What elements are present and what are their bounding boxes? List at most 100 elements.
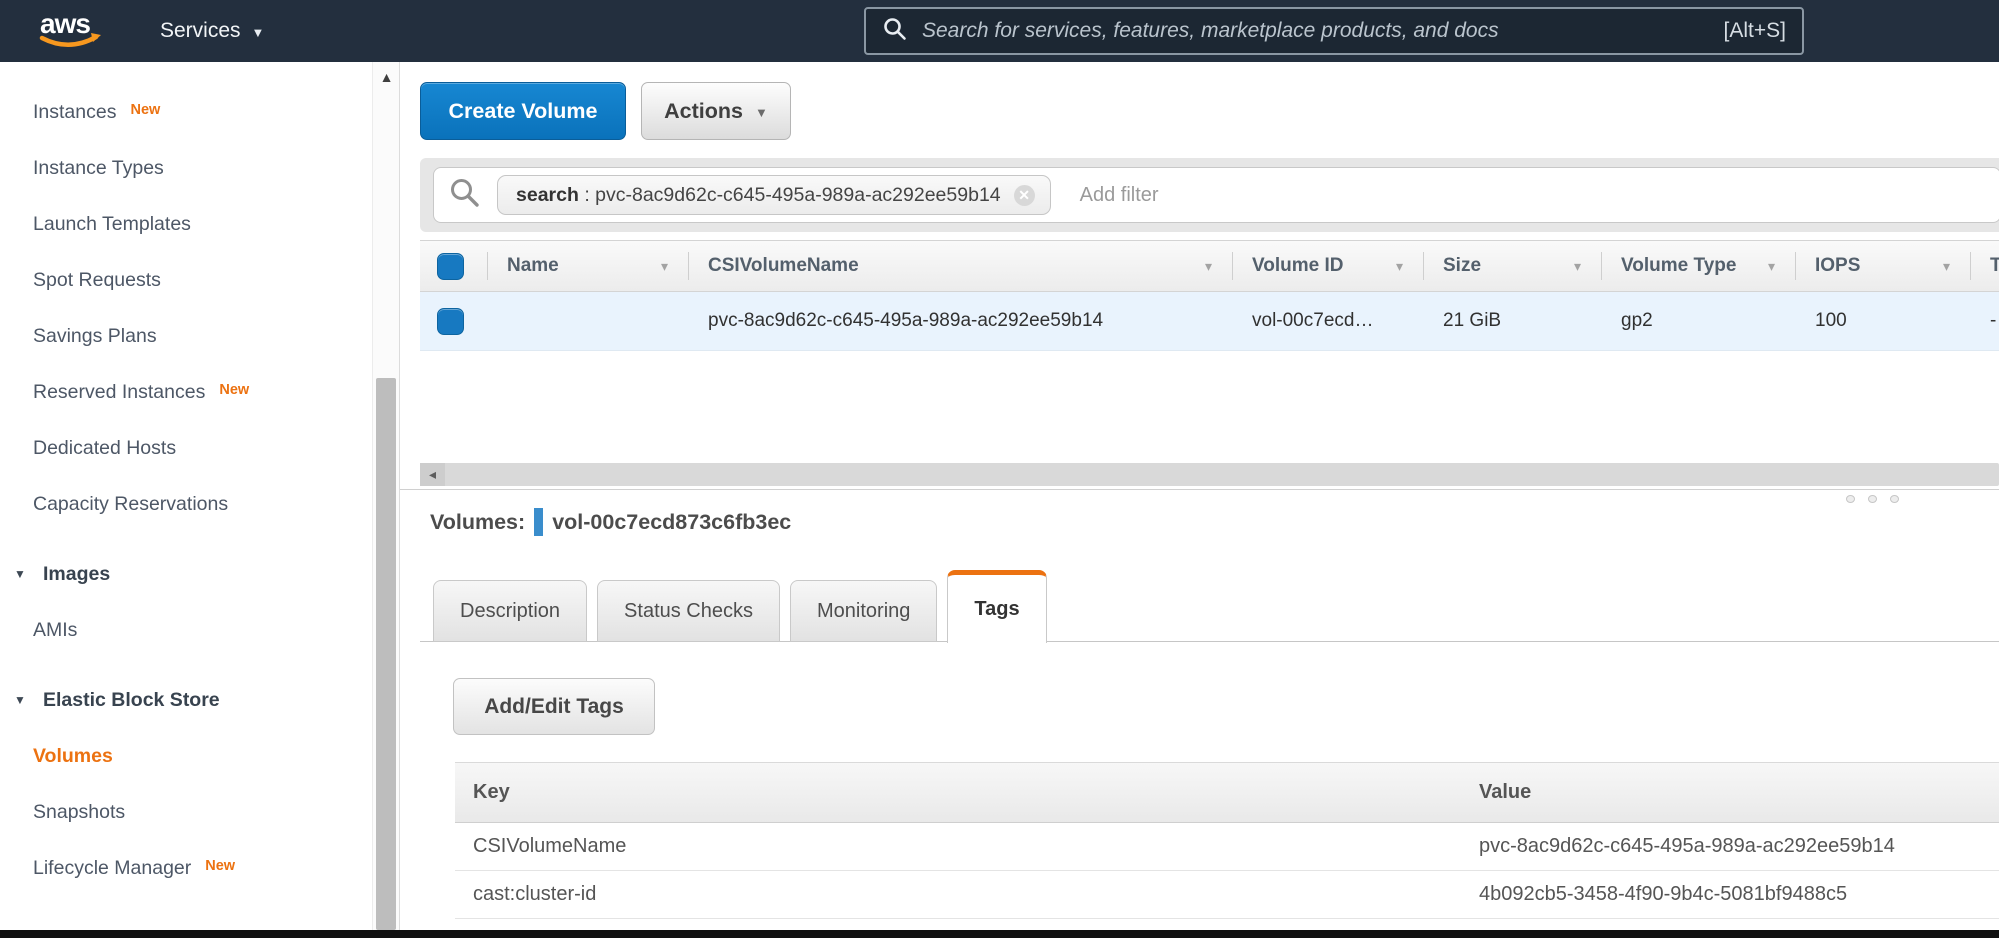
create-volume-button[interactable]: Create Volume [420, 82, 626, 140]
column-header[interactable]: CSIVolumeName ▾ [688, 241, 1232, 291]
tab-label: Status Checks [624, 600, 753, 623]
cell-csi-volume-name: pvc-8ac9d62c-c645-495a-989a-ac292ee59b14 [688, 292, 1232, 350]
column-header[interactable]: Size ▾ [1423, 241, 1601, 291]
tags-key-header: Key [455, 781, 1455, 804]
sidebar-item[interactable]: ▼ Reserved Instances New [0, 364, 400, 420]
tag-value: pvc-8ac9d62c-c645-495a-989a-ac292ee59b14 [1455, 835, 1999, 858]
tag-row: CSIVolumeName pvc-8ac9d62c-c645-495a-989… [455, 823, 1999, 871]
add-filter-placeholder: Add filter [1080, 184, 1159, 207]
search-icon [882, 16, 907, 47]
tab-label: Description [460, 600, 560, 623]
sidebar-item-label: AMIs [33, 619, 77, 642]
new-badge: New [130, 102, 160, 118]
sort-icon[interactable]: ▾ [661, 258, 668, 275]
panel-resize-handle[interactable] [1846, 495, 1899, 503]
panel-divider [400, 489, 1999, 490]
column-header-label: Name [507, 255, 559, 277]
column-header[interactable]: T ▾ [1970, 241, 1999, 291]
tag-key: CSIVolumeName [455, 835, 1455, 858]
scroll-up-icon[interactable]: ▲ [373, 69, 400, 85]
cell-throughput: - [1970, 292, 1999, 350]
filter-bar: search : pvc-8ac9d62c-c645-495a-989a-ac2… [420, 158, 1999, 232]
sort-icon[interactable]: ▾ [1574, 258, 1581, 275]
svg-text:aws: aws [40, 8, 90, 39]
sidebar-item-label: Volumes [33, 745, 113, 768]
sidebar-item[interactable]: ▼ Capacity Reservations [0, 476, 400, 532]
column-header[interactable]: Volume ID ▾ [1232, 241, 1423, 291]
column-header[interactable]: Name ▾ [487, 241, 688, 291]
horizontal-scrollbar[interactable]: ◂ [420, 463, 1999, 486]
services-menu[interactable]: Services ▼ [160, 19, 264, 43]
sidebar-item[interactable]: ▼ Images [0, 546, 400, 602]
tab-label: Tags [974, 598, 1019, 621]
sidebar-item-label: Dedicated Hosts [33, 437, 176, 460]
sidebar-item-label: Instances [33, 101, 116, 124]
sidebar-item[interactable]: ▼ Spot Requests [0, 252, 400, 308]
column-header[interactable]: Volume Type ▾ [1601, 241, 1795, 291]
sort-icon[interactable]: ▾ [1768, 258, 1775, 275]
row-select-cell [420, 292, 487, 350]
select-all-checkbox[interactable] [437, 253, 464, 280]
tags-table: Key Value CSIVolumeName pvc-8ac9d62c-c64… [455, 762, 1999, 919]
sidebar: ▼ Instances New ▼ Instance Types ▼ Launc… [0, 62, 400, 930]
tags-table-header: Key Value [455, 762, 1999, 823]
clear-filter-icon[interactable]: ✕ [1014, 185, 1035, 206]
sort-icon[interactable]: ▾ [1396, 258, 1403, 275]
sidebar-item[interactable]: ▼ Launch Templates [0, 196, 400, 252]
tag-row: cast:cluster-id 4b092cb5-3458-4f90-9b4c-… [455, 871, 1999, 919]
sidebar-item-label: Instance Types [33, 157, 164, 180]
section-collapse-icon[interactable]: ▼ [14, 693, 33, 707]
detail-panel-title: Volumes: vol-00c7ecd873c6fb3ec [430, 508, 791, 536]
sidebar-item-label: Snapshots [33, 801, 125, 824]
sidebar-scrollbar[interactable]: ▲ [372, 62, 399, 930]
sort-icon[interactable]: ▾ [1943, 258, 1950, 275]
sidebar-scrollbar-thumb[interactable] [376, 378, 396, 930]
sidebar-item[interactable]: ▼ Elastic Block Store [0, 672, 400, 728]
detail-title-label: Volumes: [430, 510, 525, 535]
sort-icon[interactable]: ▾ [1205, 258, 1212, 275]
search-shortcut-hint: [Alt+S] [1724, 19, 1786, 43]
section-collapse-icon[interactable]: ▼ [14, 567, 33, 581]
sidebar-item[interactable]: ▼ Network & Security [0, 910, 400, 930]
filter-tag[interactable]: search : pvc-8ac9d62c-c645-495a-989a-ac2… [497, 175, 1051, 215]
sidebar-item-label: Reserved Instances [33, 381, 205, 404]
column-header-label: Size [1443, 255, 1481, 277]
column-header-label: T [1990, 255, 1999, 277]
chevron-down-icon: ▼ [252, 23, 265, 40]
sidebar-item-label: Savings Plans [33, 325, 157, 348]
actions-button[interactable]: Actions ▼ [641, 82, 791, 140]
top-nav: aws Services ▼ Search for services, feat… [0, 0, 1999, 62]
aws-logo-icon[interactable]: aws [38, 6, 106, 56]
detail-tab[interactable]: Tags [947, 570, 1046, 643]
cell-volume-type: gp2 [1601, 292, 1795, 350]
detail-tab[interactable]: Description [433, 580, 587, 642]
sidebar-item[interactable]: ▼ Dedicated Hosts [0, 420, 400, 476]
volume-table-row[interactable]: pvc-8ac9d62c-c645-495a-989a-ac292ee59b14… [420, 292, 1999, 351]
filter-key: search [516, 184, 579, 207]
sidebar-item[interactable]: ▼ Savings Plans [0, 308, 400, 364]
column-header[interactable]: IOPS ▾ [1795, 241, 1970, 291]
tag-value: 4b092cb5-3458-4f90-9b4c-5081bf9488c5 [1455, 883, 1999, 906]
cell-iops: 100 [1795, 292, 1970, 350]
sidebar-item[interactable]: ▼ Snapshots [0, 784, 400, 840]
tab-label: Monitoring [817, 600, 910, 623]
sidebar-item-label: Spot Requests [33, 269, 161, 292]
filter-search-input[interactable]: search : pvc-8ac9d62c-c645-495a-989a-ac2… [433, 167, 1999, 223]
sidebar-item[interactable]: ▼ Lifecycle Manager New [0, 840, 400, 896]
actions-label: Actions [664, 99, 743, 124]
sidebar-item[interactable]: ▼ Volumes [0, 728, 400, 784]
row-checkbox[interactable] [437, 308, 464, 335]
detail-tab[interactable]: Status Checks [597, 580, 780, 642]
add-edit-tags-button[interactable]: Add/Edit Tags [453, 678, 655, 735]
detail-tab[interactable]: Monitoring [790, 580, 937, 642]
new-badge: New [219, 382, 249, 398]
scroll-left-icon[interactable]: ◂ [420, 463, 445, 486]
sidebar-item[interactable]: ▼ Instances New [0, 84, 400, 140]
tags-value-header: Value [1455, 781, 1999, 804]
sidebar-item[interactable]: ▼ AMIs [0, 602, 400, 658]
global-search-input[interactable]: Search for services, features, marketpla… [864, 7, 1804, 55]
tags-table-body: CSIVolumeName pvc-8ac9d62c-c645-495a-989… [455, 823, 1999, 919]
sidebar-list: ▼ Instances New ▼ Instance Types ▼ Launc… [0, 62, 400, 930]
sidebar-item-label: Capacity Reservations [33, 493, 228, 516]
sidebar-item[interactable]: ▼ Instance Types [0, 140, 400, 196]
